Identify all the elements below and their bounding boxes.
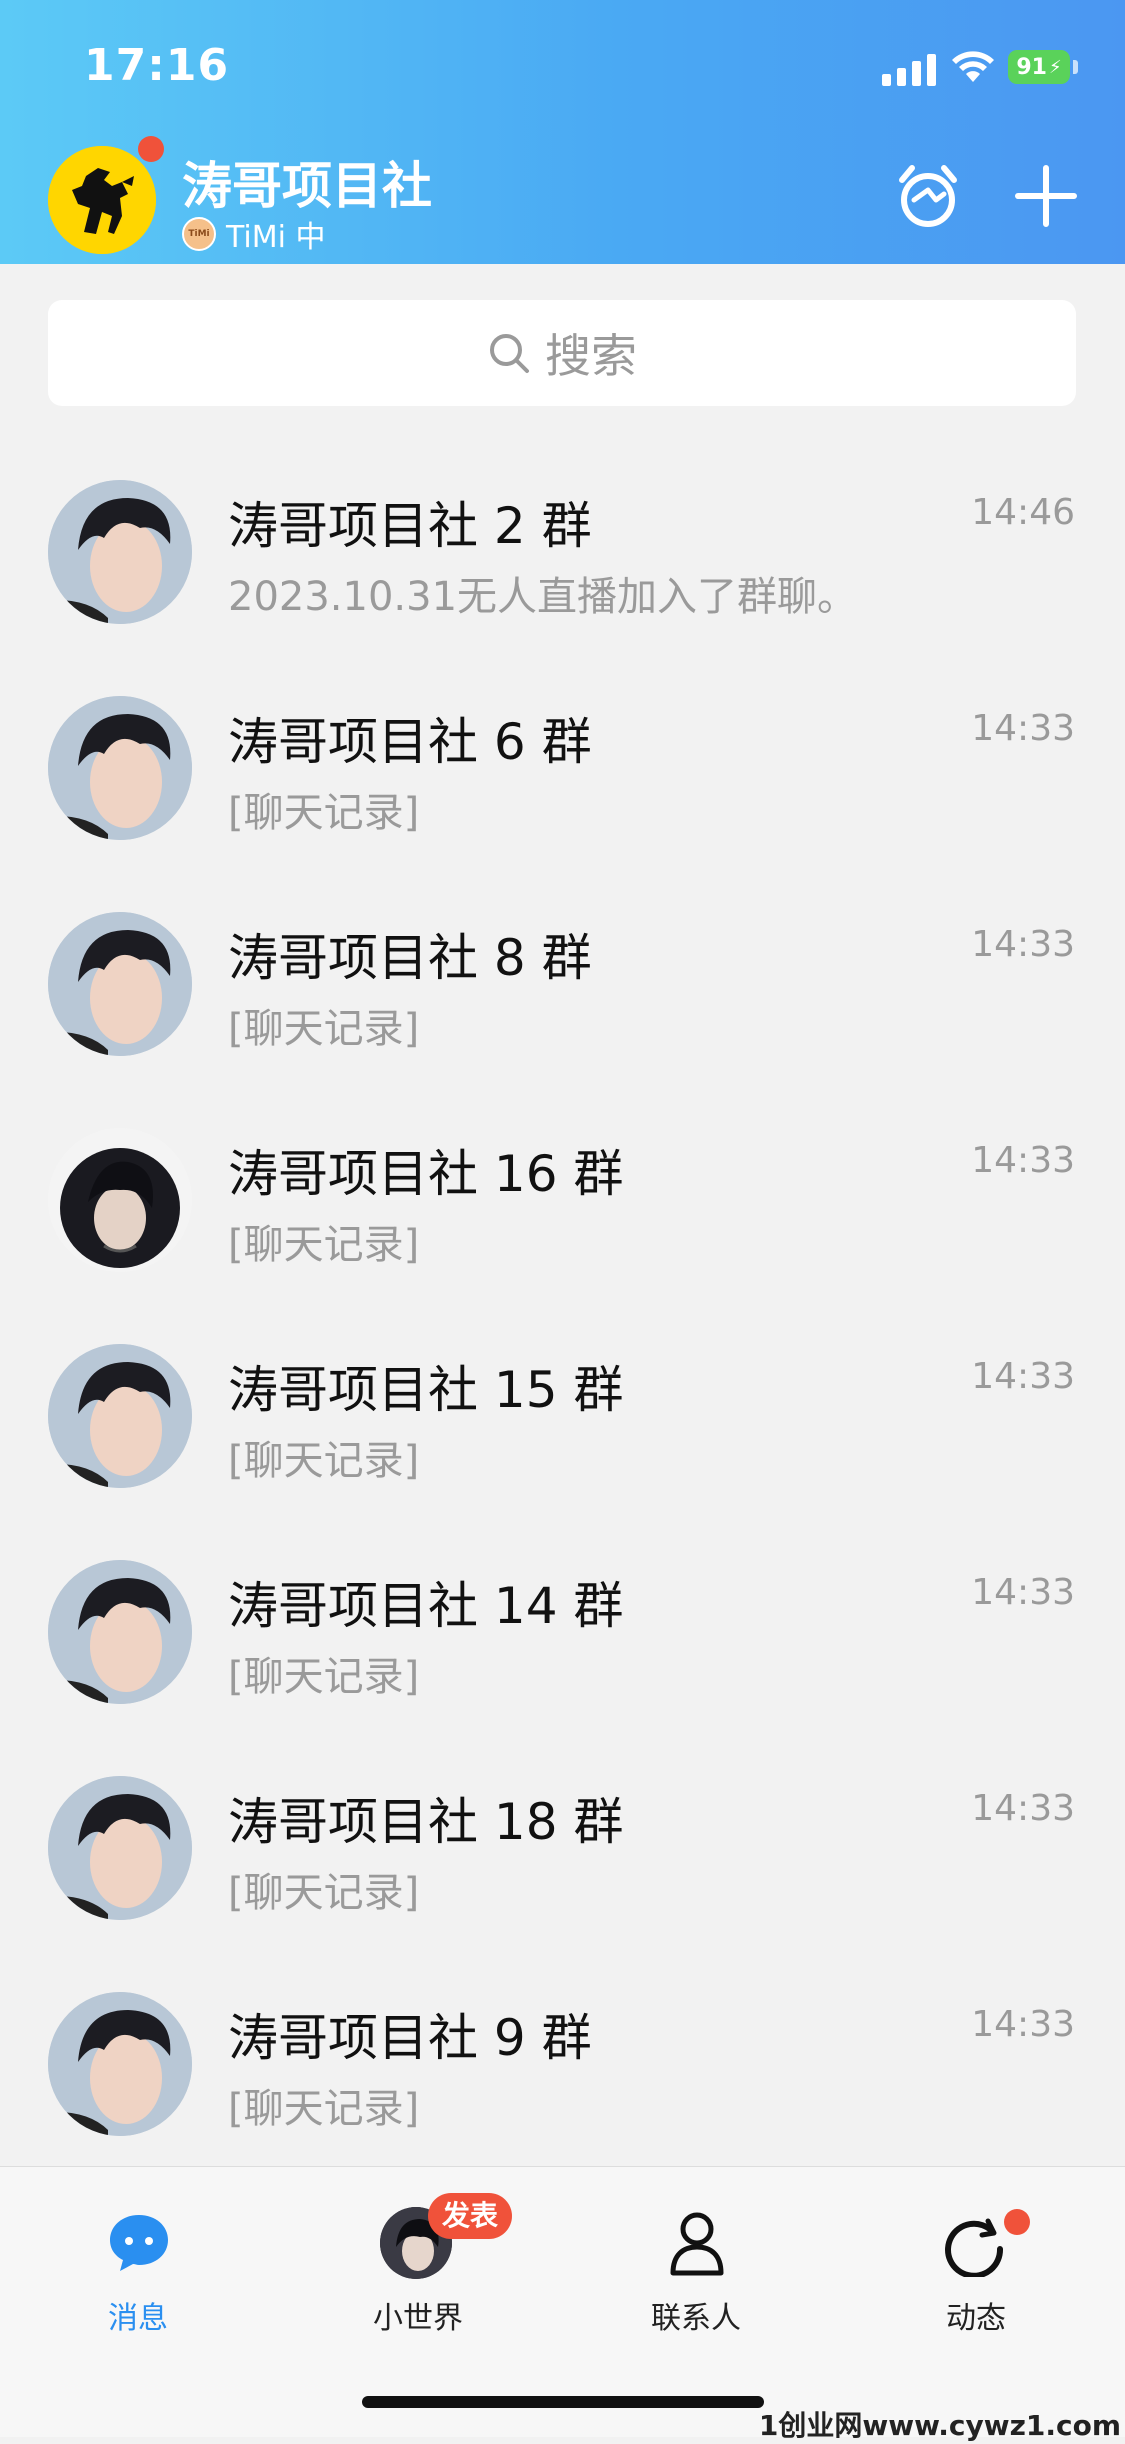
moments-notification-dot (1004, 2209, 1030, 2235)
chat-name: 涛哥项目社 9 群 (228, 2009, 592, 2067)
page-title[interactable]: 涛哥项目社 (182, 146, 432, 218)
timi-badge-icon: TiMi (182, 217, 216, 251)
cellular-signal-icon (882, 52, 936, 86)
refresh-star-icon (945, 2218, 1004, 2277)
chat-item[interactable]: 涛哥项目社 14 群 [聊天记录] 14:33 (0, 1512, 1125, 1728)
watermark: 1创业网www.cywz1.com (758, 2409, 1121, 2442)
chat-item[interactable]: 涛哥项目社 2 群 2023.10.31无人直播加入了群聊。 14:46 (0, 432, 1125, 648)
chat-name: 涛哥项目社 6 群 (228, 713, 592, 771)
status-time: 17:16 (84, 40, 230, 91)
tab-label: 消息 (108, 2301, 168, 2336)
group-avatar (48, 480, 192, 624)
group-avatar (48, 1128, 192, 1272)
chat-item[interactable]: 涛哥项目社 15 群 [聊天记录] 14:33 (0, 1296, 1125, 1512)
chat-name: 涛哥项目社 2 群 (228, 497, 592, 555)
chat-name: 涛哥项目社 16 群 (228, 1145, 624, 1203)
prancing-horse-logo-icon (48, 146, 156, 254)
chat-time: 14:33 (971, 1572, 1075, 1613)
search-placeholder: 搜索 (545, 329, 637, 383)
chat-name: 涛哥项目社 8 群 (228, 929, 592, 987)
online-status[interactable]: TiMi TiMi 中 (182, 212, 326, 256)
tab-small-world[interactable]: 发表 小世界 (318, 2193, 518, 2336)
battery-nub (1073, 60, 1078, 74)
search-bar[interactable]: 搜索 (48, 300, 1076, 406)
avatar-notification-dot (138, 136, 164, 162)
chat-time: 14:46 (971, 492, 1075, 533)
chat-time: 14:33 (971, 924, 1075, 965)
chat-preview: [聊天记录] (228, 1870, 420, 1916)
person-icon (670, 2212, 724, 2276)
chat-item[interactable]: 涛哥项目社 8 群 [聊天记录] 14:33 (0, 864, 1125, 1080)
chat-time: 14:33 (971, 1356, 1075, 1397)
chat-preview: [聊天记录] (228, 1006, 420, 1052)
chat-bubble-icon (110, 2215, 168, 2271)
tab-contacts[interactable]: 联系人 (596, 2193, 796, 2336)
alarm-clock-icon[interactable] (892, 160, 964, 232)
chat-preview: [聊天记录] (228, 2086, 420, 2132)
battery-level: 91 (1016, 54, 1047, 80)
chat-time: 14:33 (971, 708, 1075, 749)
online-status-text: TiMi 中 (226, 220, 326, 255)
chat-item[interactable]: 涛哥项目社 18 群 [聊天记录] 14:33 (0, 1728, 1125, 1944)
group-avatar (48, 1344, 192, 1488)
chat-preview: [聊天记录] (228, 1654, 420, 1700)
tab-label: 联系人 (651, 2301, 741, 2336)
chat-list: 涛哥项目社 2 群 2023.10.31无人直播加入了群聊。 14:46 涛哥项… (0, 432, 1125, 2160)
group-avatar (48, 1560, 192, 1704)
battery-indicator: 91 ⚡ (1008, 50, 1070, 84)
chat-item[interactable]: 涛哥项目社 16 群 [聊天记录] 14:33 (0, 1080, 1125, 1296)
chat-time: 14:33 (971, 2004, 1075, 2045)
user-avatar[interactable] (48, 146, 156, 254)
tab-label: 动态 (946, 2301, 1006, 2336)
wifi-icon (952, 51, 994, 82)
chat-preview: 2023.10.31无人直播加入了群聊。 (228, 574, 858, 620)
chat-preview: [聊天记录] (228, 790, 420, 836)
chat-preview: [聊天记录] (228, 1222, 420, 1268)
group-avatar (48, 1776, 192, 1920)
group-avatar (48, 1992, 192, 2136)
chat-item[interactable]: 涛哥项目社 6 群 [聊天记录] 14:33 (0, 648, 1125, 864)
chat-preview: [聊天记录] (228, 1438, 420, 1484)
tab-moments[interactable]: 动态 (876, 2193, 1076, 2336)
tab-messages[interactable]: 消息 (38, 2193, 238, 2336)
chat-name: 涛哥项目社 14 群 (228, 1577, 624, 1635)
chat-time: 14:33 (971, 1140, 1075, 1181)
chat-item[interactable]: 涛哥项目社 9 群 [聊天记录] 14:33 (0, 1944, 1125, 2160)
publish-badge: 发表 (428, 2193, 513, 2239)
chat-name: 涛哥项目社 15 群 (228, 1361, 624, 1419)
tab-label: 小世界 (373, 2301, 463, 2336)
chat-time: 14:33 (971, 1788, 1075, 1829)
charging-bolt-icon: ⚡ (1048, 56, 1062, 78)
search-icon (490, 334, 529, 373)
add-icon[interactable] (1014, 164, 1078, 228)
home-indicator[interactable] (362, 2396, 764, 2408)
group-avatar (48, 912, 192, 1056)
top-header: 17:16 91 ⚡ 涛哥项目社 TiMi TiMi 中 (0, 0, 1125, 264)
chat-name: 涛哥项目社 18 群 (228, 1793, 624, 1851)
group-avatar (48, 696, 192, 840)
